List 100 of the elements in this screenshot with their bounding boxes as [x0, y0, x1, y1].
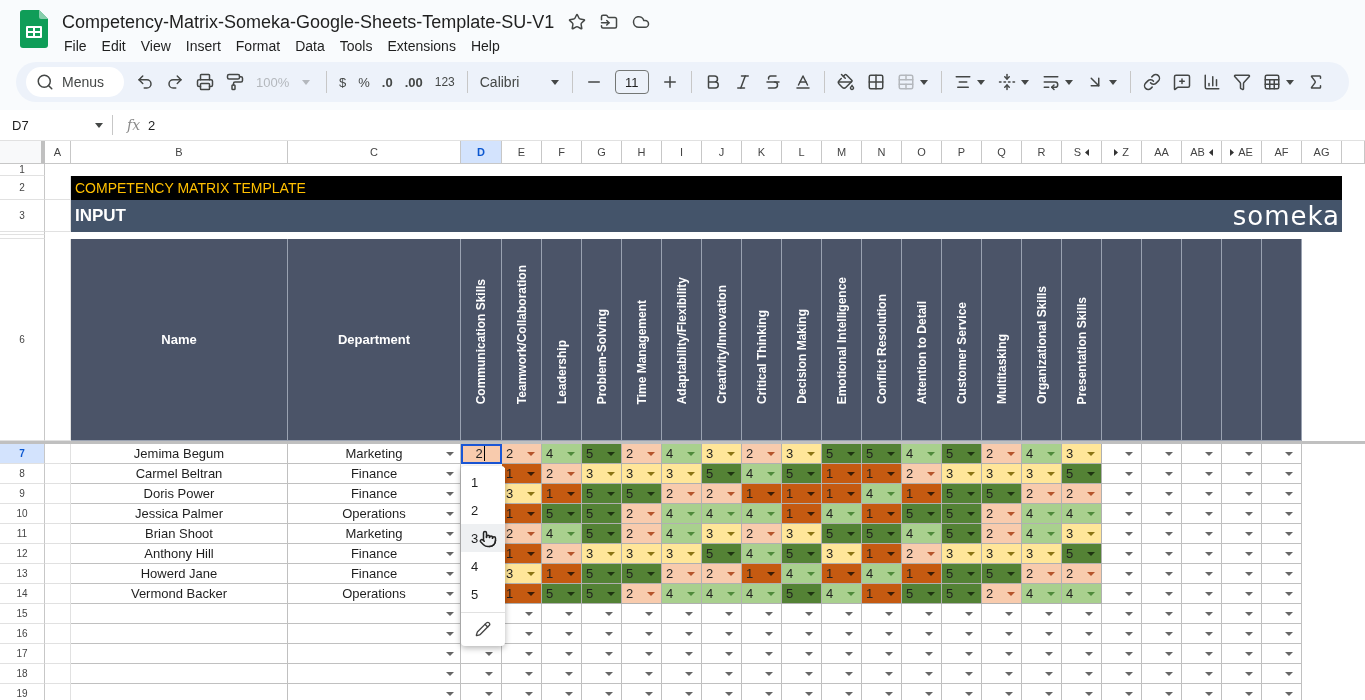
column-header[interactable]: S: [1062, 141, 1102, 164]
score-cell[interactable]: 3: [622, 464, 662, 484]
row-number[interactable]: 14: [0, 584, 45, 604]
score-cell[interactable]: 4: [662, 444, 702, 464]
column-header[interactable]: R: [1022, 141, 1062, 164]
score-cell[interactable]: 2: [1022, 484, 1062, 504]
row-number[interactable]: 11: [0, 524, 45, 544]
score-cell[interactable]: 3: [782, 524, 822, 544]
column-header[interactable]: M: [822, 141, 862, 164]
score-cell[interactable]: 1: [542, 564, 582, 584]
score-cell[interactable]: 1: [862, 584, 902, 604]
column-header[interactable]: G: [582, 141, 622, 164]
pencil-icon[interactable]: [475, 621, 491, 637]
score-cell[interactable]: 2: [982, 504, 1022, 524]
score-cell[interactable]: 3: [622, 544, 662, 564]
font-size-field[interactable]: 11: [614, 70, 649, 94]
score-cell[interactable]: 2: [982, 524, 1022, 544]
score-cell[interactable]: 4: [822, 584, 862, 604]
score-cell[interactable]: 4: [542, 444, 582, 464]
score-cell[interactable]: 5: [822, 524, 862, 544]
score-cell[interactable]: 1: [862, 504, 902, 524]
score-cell[interactable]: 2: [742, 444, 782, 464]
score-cell[interactable]: 5: [582, 524, 622, 544]
column-header[interactable]: AE: [1222, 141, 1262, 164]
menu-option[interactable]: 3: [461, 524, 505, 552]
decrease-decimal-button[interactable]: .0: [381, 74, 393, 90]
score-cell[interactable]: 1: [822, 564, 862, 584]
menu-item[interactable]: Insert: [183, 36, 227, 56]
score-cell[interactable]: 5: [1062, 544, 1102, 564]
score-cell[interactable]: 5: [942, 484, 982, 504]
score-cell[interactable]: 4: [782, 564, 822, 584]
document-title[interactable]: Competency-Matrix-Someka-Google-Sheets-Template-SU-V1: [62, 11, 555, 33]
score-cell[interactable]: 2: [542, 464, 582, 484]
column-header[interactable]: AA: [1142, 141, 1182, 164]
column-header[interactable]: A: [45, 141, 71, 164]
font-dropdown[interactable]: Calibri: [479, 74, 560, 90]
number-format-button[interactable]: 123: [434, 75, 455, 89]
row-number[interactable]: 2: [0, 176, 45, 200]
score-cell[interactable]: 4: [862, 564, 902, 584]
row-number[interactable]: 18: [0, 664, 45, 684]
score-cell[interactable]: 4: [542, 524, 582, 544]
column-header[interactable]: K: [742, 141, 782, 164]
score-cell[interactable]: 5: [542, 584, 582, 604]
score-cell[interactable]: 1: [502, 584, 542, 604]
score-cell[interactable]: 5: [702, 544, 742, 564]
menu-item[interactable]: File: [62, 36, 93, 56]
score-cell[interactable]: 5: [942, 524, 982, 544]
currency-button[interactable]: $: [339, 74, 347, 90]
column-header[interactable]: I: [662, 141, 702, 164]
score-cell[interactable]: 2: [742, 524, 782, 544]
score-cell[interactable]: 2: [702, 484, 742, 504]
score-cell[interactable]: 2: [622, 584, 662, 604]
score-cell[interactable]: 5: [782, 464, 822, 484]
score-cell[interactable]: 5: [582, 564, 622, 584]
score-cell[interactable]: 5: [582, 584, 622, 604]
score-cell[interactable]: 5: [702, 464, 742, 484]
row-number[interactable]: 8: [0, 464, 45, 484]
score-cell[interactable]: 4: [902, 444, 942, 464]
column-header[interactable]: Q: [982, 141, 1022, 164]
score-cell[interactable]: 5: [902, 584, 942, 604]
score-cell[interactable]: 5: [582, 444, 622, 464]
score-cell[interactable]: 2: [902, 464, 942, 484]
row-number[interactable]: 3: [0, 200, 45, 232]
score-cell[interactable]: 1: [862, 464, 902, 484]
column-header[interactable]: C: [288, 141, 461, 164]
score-cell[interactable]: 1: [822, 484, 862, 504]
column-header[interactable]: F: [542, 141, 582, 164]
score-cell[interactable]: 4: [1022, 524, 1062, 544]
score-cell[interactable]: 5: [862, 524, 902, 544]
score-cell[interactable]: 2: [662, 484, 702, 504]
column-header[interactable]: Z: [1102, 141, 1142, 164]
menu-option[interactable]: 5: [461, 580, 505, 608]
menu-item[interactable]: Data: [293, 36, 331, 56]
score-cell[interactable]: 4: [742, 504, 782, 524]
score-cell[interactable]: 5: [822, 444, 862, 464]
score-cell[interactable]: 1: [862, 544, 902, 564]
row-number[interactable]: 10: [0, 504, 45, 524]
column-header[interactable]: D: [461, 141, 502, 164]
score-cell[interactable]: 1: [502, 544, 542, 564]
score-cell[interactable]: 5: [942, 564, 982, 584]
score-cell[interactable]: 4: [862, 484, 902, 504]
score-cell[interactable]: 3: [662, 464, 702, 484]
row-number[interactable]: 15: [0, 604, 45, 624]
score-cell[interactable]: 4: [702, 584, 742, 604]
menu-item[interactable]: Format: [233, 36, 287, 56]
column-header[interactable]: L: [782, 141, 822, 164]
score-cell[interactable]: 5: [622, 564, 662, 584]
score-cell[interactable]: 5: [622, 484, 662, 504]
score-cell[interactable]: 1: [502, 504, 542, 524]
score-cell[interactable]: 4: [822, 504, 862, 524]
score-cell[interactable]: 5: [582, 484, 622, 504]
row-number[interactable]: 6: [0, 239, 45, 441]
score-cell[interactable]: 2: [662, 564, 702, 584]
score-cell[interactable]: 2: [702, 564, 742, 584]
score-cell[interactable]: 1: [542, 484, 582, 504]
score-cell[interactable]: 5: [982, 484, 1022, 504]
score-cell[interactable]: 5: [942, 504, 982, 524]
score-cell[interactable]: 3: [1062, 524, 1102, 544]
score-cell[interactable]: 4: [702, 504, 742, 524]
score-cell[interactable]: 4: [1062, 584, 1102, 604]
